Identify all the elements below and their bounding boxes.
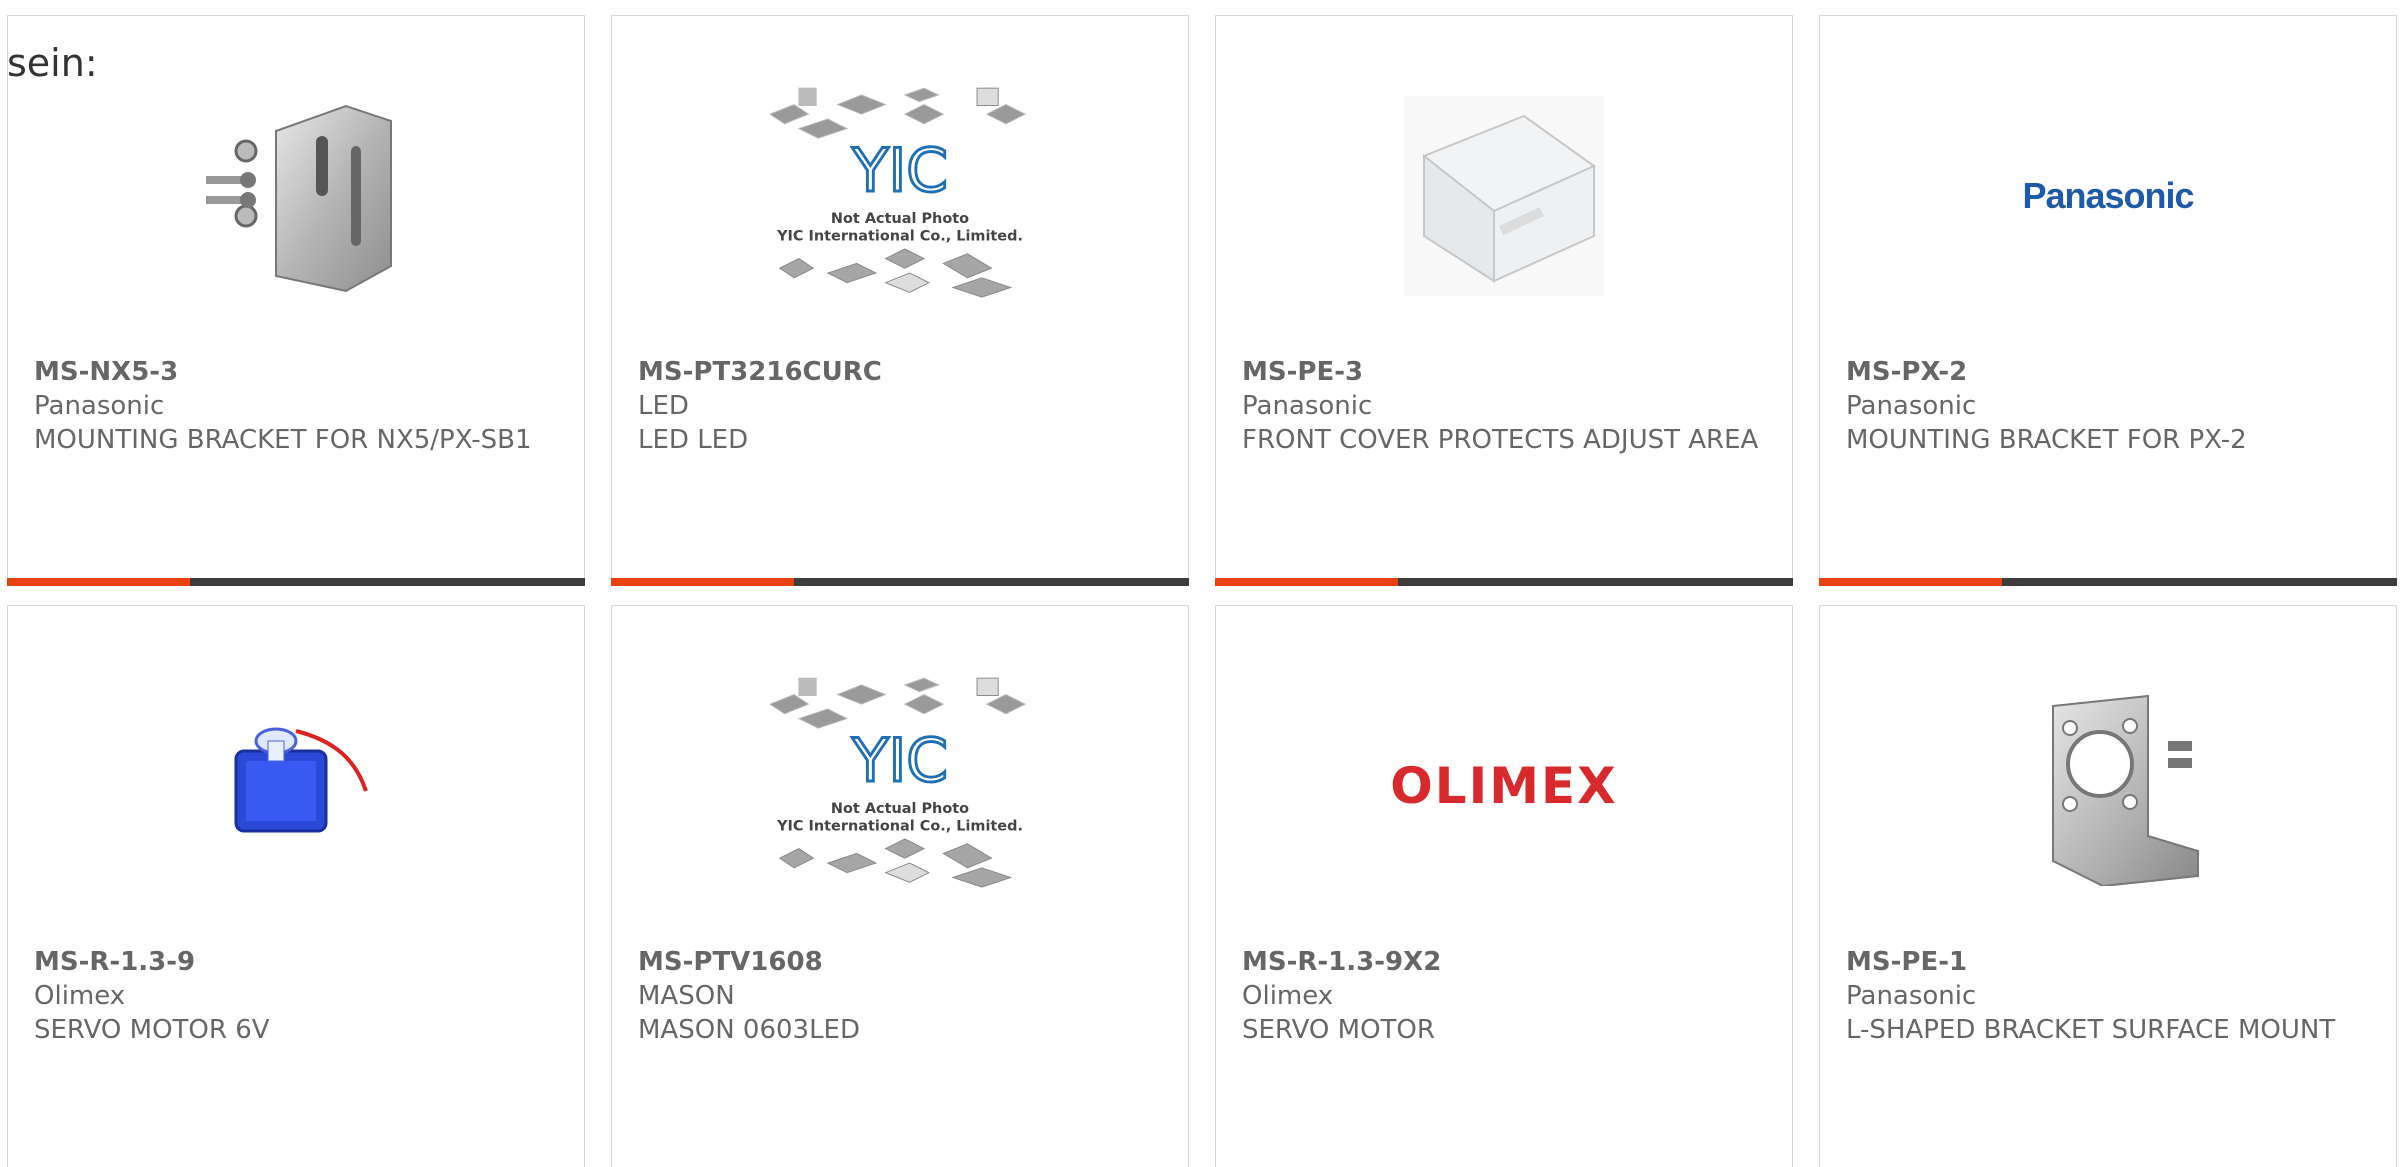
panasonic-logo: Panasonic: [2022, 175, 2194, 216]
servo-motor-icon: [234, 727, 368, 833]
card-bottom-bar: [1215, 578, 1793, 586]
product-image[interactable]: [166, 676, 426, 896]
description: SERVO MOTOR: [1242, 1015, 1435, 1045]
product-card[interactable]: MS-NX5-3 Panasonic MOUNTING BRACKET FOR …: [7, 15, 585, 586]
product-info: MS-R-1.3-9X2 Olimex SERVO MOTOR: [1242, 945, 1772, 1047]
product-image[interactable]: [1978, 676, 2238, 896]
card-bottom-bar: [7, 578, 585, 586]
product-image[interactable]: Panasonic: [1978, 86, 2238, 306]
part-number-link[interactable]: MS-PE-1: [1846, 945, 2376, 979]
product-image[interactable]: YIC Not Actual Photo YIC International C…: [770, 86, 1030, 306]
product-info: MS-PE-1 Panasonic L-SHAPED BRACKET SURFA…: [1846, 945, 2376, 1047]
product-image[interactable]: YIC Not Actual Photo YIC International C…: [770, 676, 1030, 896]
manufacturer: LED: [638, 391, 689, 421]
description: MOUNTING BRACKET FOR NX5/PX-SB1: [34, 425, 532, 455]
card-bottom-bar: [611, 578, 1189, 586]
product-info: MS-PT3216CURC LED LED LED: [638, 355, 1168, 457]
part-number-link[interactable]: MS-PT3216CURC: [638, 355, 1168, 389]
part-number-link[interactable]: MS-R-1.3-9X2: [1242, 945, 1772, 979]
product-card[interactable]: YIC Not Actual Photo YIC International C…: [611, 15, 1189, 586]
lead-text: sein:: [7, 41, 98, 85]
product-grid: MS-NX5-3 Panasonic MOUNTING BRACKET FOR …: [0, 0, 2400, 1167]
yic-placeholder-icon: YIC Not Actual Photo YIC International C…: [770, 87, 1027, 298]
manufacturer: Olimex: [1242, 981, 1334, 1011]
manufacturer: Panasonic: [1242, 391, 1373, 421]
manufacturer: Panasonic: [1846, 981, 1977, 1011]
manufacturer: Panasonic: [1846, 391, 1977, 421]
description: SERVO MOTOR 6V: [34, 1015, 270, 1045]
description: L-SHAPED BRACKET SURFACE MOUNT: [1846, 1015, 2336, 1045]
product-info: MS-PE-3 Panasonic FRONT COVER PROTECTS A…: [1242, 355, 1772, 457]
part-number-link[interactable]: MS-R-1.3-9: [34, 945, 564, 979]
description: MASON 0603LED: [638, 1015, 861, 1045]
svg-text:YIC International Co., Limited: YIC International Co., Limited.: [776, 818, 1023, 834]
yic-placeholder-icon: YIC Not Actual Photo YIC International C…: [770, 677, 1027, 888]
steel-bracket-icon: [206, 104, 392, 293]
product-info: MS-R-1.3-9 Olimex SERVO MOTOR 6V: [34, 945, 564, 1047]
product-info: MS-NX5-3 Panasonic MOUNTING BRACKET FOR …: [34, 355, 564, 457]
svg-text:YIC: YIC: [851, 137, 948, 206]
product-image[interactable]: [1374, 86, 1634, 306]
part-number-link[interactable]: MS-NX5-3: [34, 355, 564, 389]
product-info: MS-PTV1608 MASON MASON 0603LED: [638, 945, 1168, 1047]
l-bracket-icon: [2052, 694, 2199, 886]
product-card[interactable]: Panasonic MS-PX-2 Panasonic MOUNTING BRA…: [1819, 15, 2397, 586]
clear-cover-icon: [1404, 96, 1604, 296]
part-number-link[interactable]: MS-PE-3: [1242, 355, 1772, 389]
product-image[interactable]: OLIMEX: [1374, 676, 1634, 896]
manufacturer: Panasonic: [34, 391, 165, 421]
product-card[interactable]: OLIMEX MS-R-1.3-9X2 Olimex SERVO MOTOR: [1215, 605, 1793, 1167]
svg-text:Not Actual Photo: Not Actual Photo: [831, 801, 969, 817]
product-image[interactable]: [166, 86, 426, 306]
part-number-link[interactable]: MS-PX-2: [1846, 355, 2376, 389]
description: FRONT COVER PROTECTS ADJUST AREA: [1242, 425, 1759, 455]
olimex-logo: OLIMEX: [1390, 757, 1618, 815]
description: LED LED: [638, 425, 749, 455]
product-info: MS-PX-2 Panasonic MOUNTING BRACKET FOR P…: [1846, 355, 2376, 457]
product-card[interactable]: MS-PE-3 Panasonic FRONT COVER PROTECTS A…: [1215, 15, 1793, 586]
svg-text:YIC International Co., Limited: YIC International Co., Limited.: [776, 228, 1023, 244]
product-card[interactable]: MS-PE-1 Panasonic L-SHAPED BRACKET SURFA…: [1819, 605, 2397, 1167]
svg-text:Not Actual Photo: Not Actual Photo: [831, 211, 969, 227]
product-listing-page: sein: MS-NX5-3 Panasonic MOUNTING BRACKE…: [0, 0, 2400, 1167]
card-bottom-bar: [1819, 578, 2397, 586]
manufacturer: Olimex: [34, 981, 126, 1011]
description: MOUNTING BRACKET FOR PX-2: [1846, 425, 2247, 455]
svg-text:YIC: YIC: [851, 727, 948, 796]
manufacturer: MASON: [638, 981, 735, 1011]
part-number-link[interactable]: MS-PTV1608: [638, 945, 1168, 979]
product-card[interactable]: YIC Not Actual Photo YIC International C…: [611, 605, 1189, 1167]
product-card[interactable]: MS-R-1.3-9 Olimex SERVO MOTOR 6V: [7, 605, 585, 1167]
